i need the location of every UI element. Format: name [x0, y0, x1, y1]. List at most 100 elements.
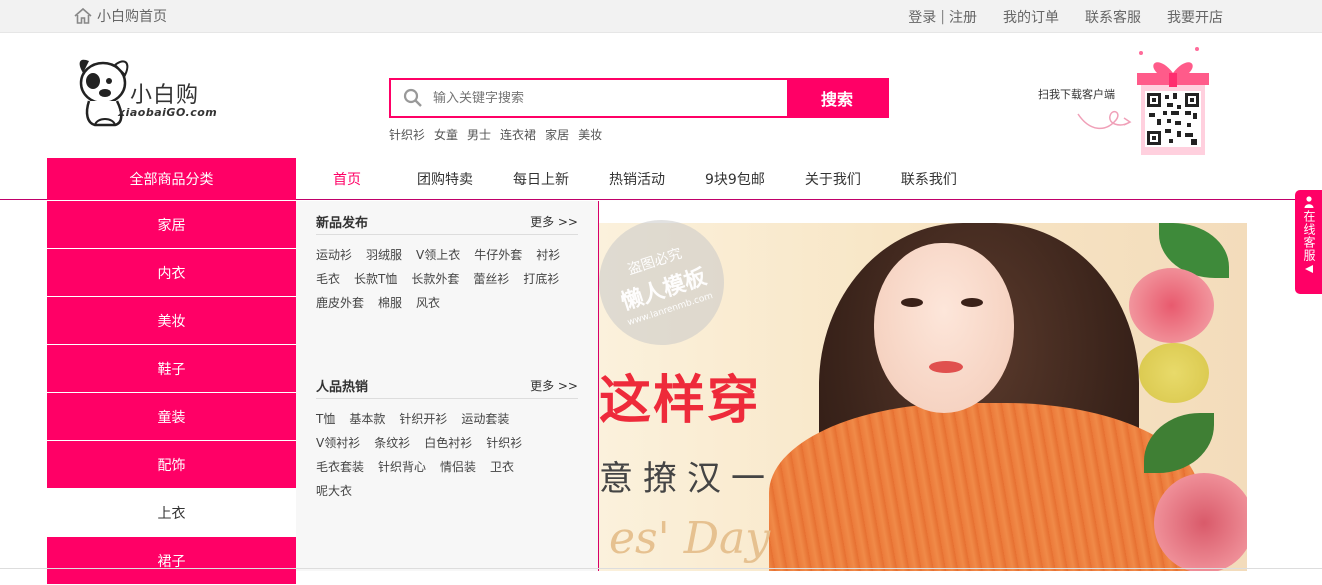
section-header: 新品发布 更多 >> — [316, 213, 578, 235]
sidebar-item-underwear[interactable]: 内衣 — [47, 249, 296, 296]
sidebar-item-tops[interactable]: 上衣 — [47, 489, 296, 536]
app-download-label: 扫我下载客户端 — [1038, 88, 1115, 101]
page-divider — [0, 568, 1322, 569]
online-service-label: 在线客服 — [1302, 210, 1316, 262]
main-nav: 全部商品分类 首页 团购特卖 每日上新 热销活动 9块9包邮 关于我们 联系我们 — [0, 158, 1322, 200]
banner-leaf — [1144, 413, 1214, 473]
banner-model-face — [874, 243, 1014, 413]
banner-yellow-flower — [1139, 343, 1209, 403]
banner-rose — [1129, 268, 1214, 343]
category-sidebar: 家居 内衣 美妆 鞋子 童装 配饰 上衣 裙子 — [47, 201, 296, 585]
qr-code-gift-icon[interactable] — [1133, 45, 1213, 157]
category-link[interactable]: 长款T恤 — [354, 267, 397, 291]
sidebar-item-skirts[interactable]: 裙子 — [47, 537, 296, 584]
category-link[interactable]: 棉服 — [378, 291, 402, 315]
banner-model-eye — [961, 298, 983, 307]
login-link[interactable]: 登录 — [908, 7, 936, 27]
category-link[interactable]: 运动套装 — [461, 407, 509, 431]
sidebar-item-makeup[interactable]: 美妆 — [47, 297, 296, 344]
section-title: 新品发布 — [316, 216, 369, 231]
category-link[interactable]: 针织背心 — [378, 455, 426, 479]
nav-items: 首页 团购特卖 每日上新 热销活动 9块9包邮 关于我们 联系我们 — [313, 158, 997, 200]
sidebar-item-shoes[interactable]: 鞋子 — [47, 345, 296, 392]
search-bar: 搜索 — [389, 78, 889, 118]
panel-section-new: 新品发布 更多 >> 运动衫 羽绒服 V领上衣 牛仔外套 衬衫 毛衣 长款T恤 … — [316, 213, 578, 315]
top-links: 登录 | 注册 我的订单 联系客服 我要开店 — [908, 0, 1223, 33]
my-orders-link[interactable]: 我的订单 — [1003, 7, 1059, 27]
category-link[interactable]: 羽绒服 — [366, 243, 402, 267]
hot-word[interactable]: 男士 — [467, 126, 491, 143]
sidebar-item-home[interactable]: 家居 — [47, 201, 296, 248]
nav-item-contact[interactable]: 联系我们 — [901, 169, 957, 189]
category-link[interactable]: 毛衣 — [316, 267, 340, 291]
section-header: 人品热销 更多 >> — [316, 377, 578, 399]
category-link[interactable]: 针织开衫 — [399, 407, 447, 431]
search-input-wrap — [391, 80, 787, 116]
banner-rose — [1154, 473, 1247, 571]
category-link[interactable]: T恤 — [316, 407, 335, 431]
sidebar-item-accessories[interactable]: 配饰 — [47, 441, 296, 488]
category-link[interactable]: 蕾丝衫 — [473, 267, 509, 291]
logo-title: 小白购 — [130, 83, 200, 108]
open-shop-link[interactable]: 我要开店 — [1167, 7, 1223, 27]
register-link[interactable]: 注册 — [949, 7, 977, 27]
nav-item-about[interactable]: 关于我们 — [805, 169, 861, 189]
more-link[interactable]: 更多 >> — [530, 377, 578, 394]
contact-service-link[interactable]: 联系客服 — [1085, 7, 1141, 27]
banner-slogan: 这样穿 — [599, 370, 762, 431]
login-separator: | — [940, 8, 945, 25]
all-categories-button[interactable]: 全部商品分类 — [47, 158, 296, 200]
category-dropdown-panel: 新品发布 更多 >> 运动衫 羽绒服 V领上衣 牛仔外套 衬衫 毛衣 长款T恤 … — [296, 201, 599, 571]
search-button[interactable]: 搜索 — [787, 80, 887, 116]
nav-item-free-shipping[interactable]: 9块9包邮 — [705, 169, 765, 189]
hot-words: 针织衫 女童 男士 连衣裙 家居 美妆 — [389, 126, 611, 143]
sidebar-item-kids[interactable]: 童装 — [47, 393, 296, 440]
arrow-decoration-icon — [1077, 110, 1132, 129]
triangle-left-icon — [1304, 265, 1313, 273]
more-link[interactable]: 更多 >> — [530, 213, 578, 230]
home-link[interactable]: 小白购首页 — [73, 5, 167, 27]
category-link[interactable]: 毛衣套装 — [316, 455, 364, 479]
banner-script-text: es' Day — [609, 513, 771, 564]
user-icon — [1304, 196, 1313, 208]
home-link-label: 小白购首页 — [97, 9, 167, 25]
category-link[interactable]: 情侣装 — [440, 455, 476, 479]
nav-item-group-buy[interactable]: 团购特卖 — [417, 169, 473, 189]
category-link[interactable]: 鹿皮外套 — [316, 291, 364, 315]
nav-item-daily-new[interactable]: 每日上新 — [513, 169, 569, 189]
category-link[interactable]: 牛仔外套 — [474, 243, 522, 267]
online-service-tab[interactable]: 在线客服 — [1295, 190, 1322, 294]
section-links: 运动衫 羽绒服 V领上衣 牛仔外套 衬衫 毛衣 长款T恤 长款外套 蕾丝衫 打底… — [316, 243, 578, 315]
nav-item-home[interactable]: 首页 — [333, 169, 361, 189]
search-input[interactable] — [433, 90, 773, 106]
hot-word[interactable]: 针织衫 — [389, 126, 425, 143]
hot-word[interactable]: 连衣裙 — [500, 126, 536, 143]
top-bar: 小白购首页 登录 | 注册 我的订单 联系客服 我要开店 — [0, 0, 1322, 33]
nav-item-hot-events[interactable]: 热销活动 — [609, 169, 665, 189]
hot-word[interactable]: 女童 — [434, 126, 458, 143]
banner-model-sweater — [769, 403, 1199, 571]
logo-subtitle: xiaobaiGO.com — [118, 106, 218, 119]
home-icon — [74, 7, 92, 24]
hot-word[interactable]: 美妆 — [578, 126, 602, 143]
section-title: 人品热销 — [316, 380, 369, 395]
category-link[interactable]: 衬衫 — [536, 243, 560, 267]
category-link[interactable]: 风衣 — [416, 291, 440, 315]
category-link[interactable]: V领上衣 — [416, 243, 460, 267]
banner-slogan-sub: 意撩汉一 — [599, 459, 775, 499]
panel-section-hot: 人品热销 更多 >> T恤 基本款 针织开衫 运动套装 V领衬衫 条纹衫 白色衬… — [316, 377, 578, 503]
category-link[interactable]: 呢大衣 — [316, 479, 352, 503]
category-link[interactable]: 基本款 — [349, 407, 385, 431]
category-link[interactable]: 条纹衫 — [374, 431, 410, 455]
category-link[interactable]: 白色衬衫 — [424, 431, 472, 455]
category-link[interactable]: 长款外套 — [411, 267, 459, 291]
banner-model-lips — [929, 361, 963, 373]
category-link[interactable]: 运动衫 — [316, 243, 352, 267]
category-link[interactable]: 针织衫 — [486, 431, 522, 455]
banner-model-eye — [901, 298, 923, 307]
category-link[interactable]: 打底衫 — [523, 267, 559, 291]
category-link[interactable]: 卫衣 — [490, 455, 514, 479]
hot-word[interactable]: 家居 — [545, 126, 569, 143]
search-icon — [403, 88, 422, 107]
category-link[interactable]: V领衬衫 — [316, 431, 360, 455]
